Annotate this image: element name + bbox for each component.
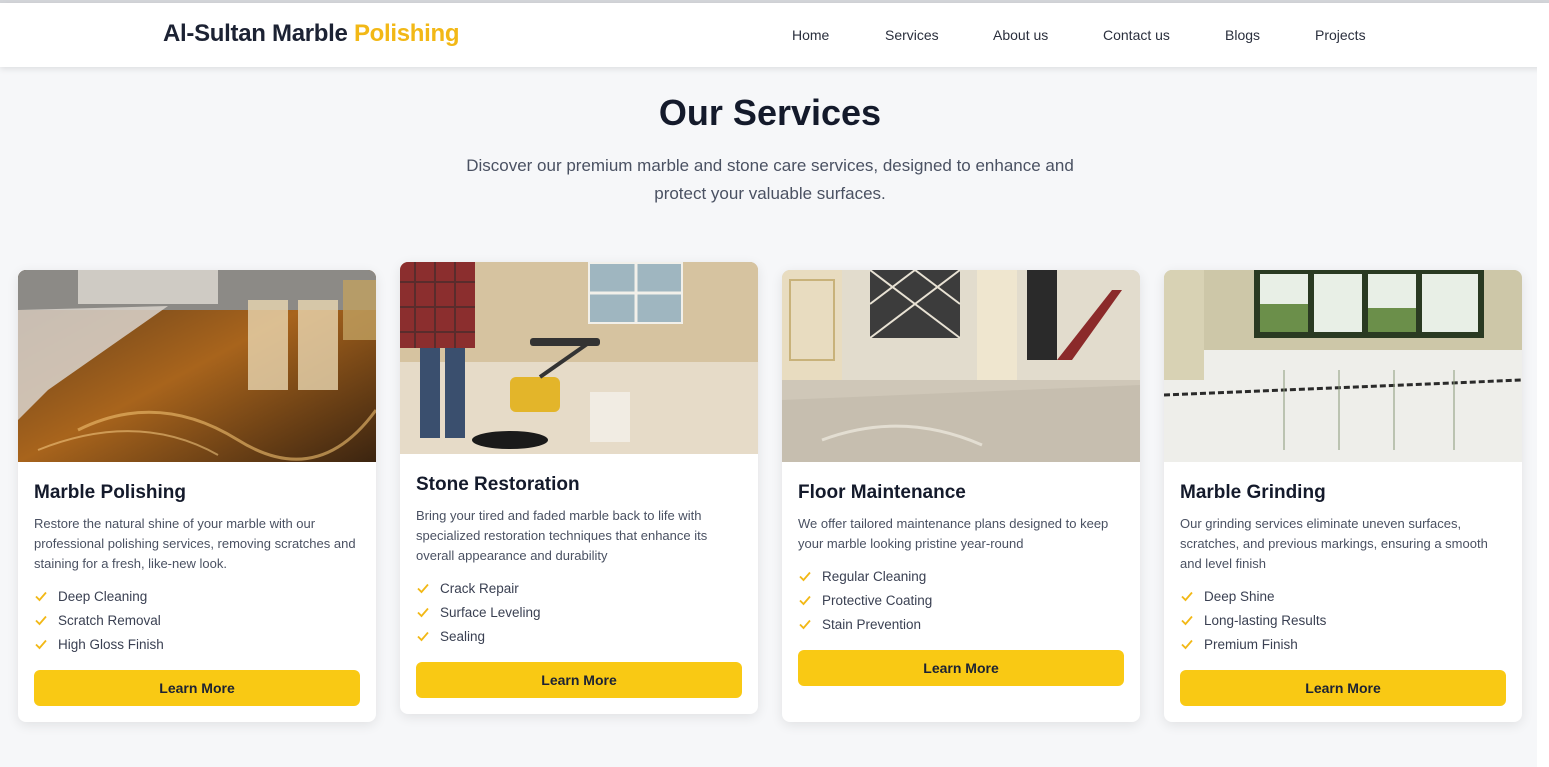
feature-item: Crack Repair bbox=[416, 576, 541, 600]
service-features: Crack Repair Surface Leveling Sealing bbox=[416, 576, 541, 648]
feature-item: Surface Leveling bbox=[416, 600, 541, 624]
check-icon bbox=[417, 607, 429, 618]
service-card-stone-restoration: Stone Restoration Bring your tired and f… bbox=[400, 262, 758, 714]
check-icon bbox=[35, 591, 47, 602]
learn-more-button[interactable]: Learn More bbox=[798, 650, 1124, 686]
learn-more-button[interactable]: Learn More bbox=[416, 662, 742, 698]
feature-item: Deep Shine bbox=[1180, 584, 1326, 608]
service-card-marble-grinding: Marble Grinding Our grinding services el… bbox=[1164, 270, 1522, 722]
service-title: Marble Polishing bbox=[34, 482, 187, 503]
nav-about-us[interactable]: About us bbox=[993, 27, 1048, 43]
service-image-marble-polishing bbox=[18, 270, 376, 462]
check-icon bbox=[417, 583, 429, 594]
section-title: Our Services bbox=[658, 92, 882, 133]
page-right-gutter bbox=[1537, 67, 1549, 767]
check-icon bbox=[1181, 591, 1193, 602]
feature-item: Scratch Removal bbox=[34, 608, 164, 632]
service-features: Deep Cleaning Scratch Removal High Gloss… bbox=[34, 584, 164, 656]
check-icon bbox=[799, 571, 811, 582]
feature-item: Regular Cleaning bbox=[798, 564, 932, 588]
service-image-marble-grinding bbox=[1164, 270, 1522, 462]
site-header: Al-Sultan Marble Polishing Home Services… bbox=[0, 3, 1549, 67]
service-description: Bring your tired and faded marble back t… bbox=[416, 508, 708, 563]
learn-more-button[interactable]: Learn More bbox=[34, 670, 360, 706]
service-image-stone-restoration bbox=[400, 262, 758, 454]
check-icon bbox=[799, 595, 811, 606]
nav-home[interactable]: Home bbox=[792, 27, 829, 43]
section-subtitle: Discover our premium marble and stone ca… bbox=[466, 156, 1074, 203]
nav-services[interactable]: Services bbox=[885, 27, 939, 43]
main-nav: Home Services About us Contact us Blogs … bbox=[0, 3, 1549, 67]
feature-item: Premium Finish bbox=[1180, 632, 1326, 656]
feature-item: Long-lasting Results bbox=[1180, 608, 1326, 632]
nav-projects[interactable]: Projects bbox=[1315, 27, 1366, 43]
service-card-floor-maintenance: Floor Maintenance We offer tailored main… bbox=[782, 270, 1140, 722]
nav-contact-us[interactable]: Contact us bbox=[1103, 27, 1170, 43]
service-description: Restore the natural shine of your marble… bbox=[34, 516, 356, 571]
learn-more-button[interactable]: Learn More bbox=[1180, 670, 1506, 706]
service-title: Marble Grinding bbox=[1180, 482, 1326, 503]
check-icon bbox=[1181, 639, 1193, 650]
nav-blogs[interactable]: Blogs bbox=[1225, 27, 1260, 43]
service-features: Deep Shine Long-lasting Results Premium … bbox=[1180, 584, 1326, 656]
service-card-marble-polishing: Marble Polishing Restore the natural shi… bbox=[18, 270, 376, 722]
feature-item: High Gloss Finish bbox=[34, 632, 164, 656]
feature-item: Deep Cleaning bbox=[34, 584, 164, 608]
check-icon bbox=[35, 615, 47, 626]
service-image-floor-maintenance bbox=[782, 270, 1140, 462]
feature-item: Sealing bbox=[416, 624, 541, 648]
check-icon bbox=[1181, 615, 1193, 626]
service-title: Floor Maintenance bbox=[798, 482, 966, 503]
check-icon bbox=[417, 631, 429, 642]
service-description: Our grinding services eliminate uneven s… bbox=[1180, 516, 1488, 571]
service-title: Stone Restoration bbox=[416, 474, 580, 495]
service-description: We offer tailored maintenance plans desi… bbox=[798, 516, 1109, 551]
feature-item: Protective Coating bbox=[798, 588, 932, 612]
service-features: Regular Cleaning Protective Coating Stai… bbox=[798, 564, 932, 636]
check-icon bbox=[35, 639, 47, 650]
check-icon bbox=[799, 619, 811, 630]
feature-item: Stain Prevention bbox=[798, 612, 932, 636]
